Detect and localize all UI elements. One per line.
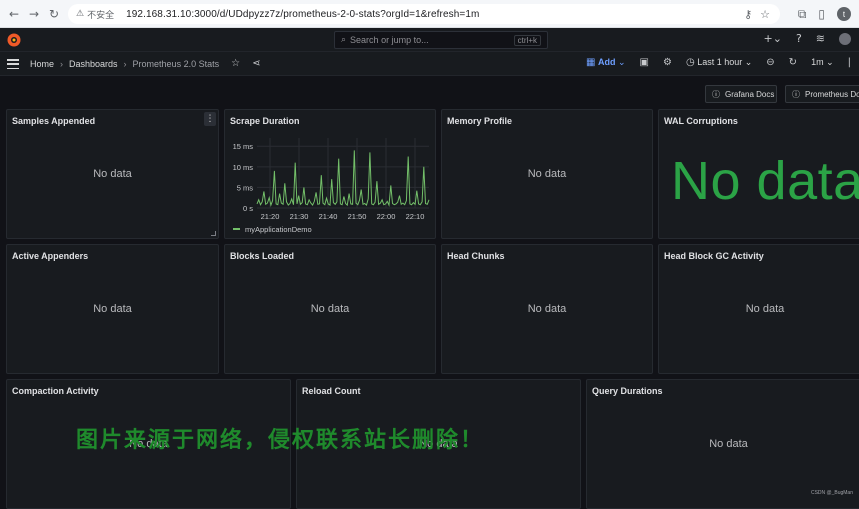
breadcrumb-dashboards[interactable]: Dashboards [69, 59, 118, 69]
url-text[interactable]: 192.168.31.10:3000/d/UDdpyzz7z/prometheu… [126, 9, 479, 20]
series-line [257, 150, 429, 205]
legend-label: myApplicationDemo [245, 225, 312, 234]
search-placeholder: Search or jump to... [350, 35, 429, 45]
bookmark-star-icon[interactable]: ☆ [760, 8, 770, 21]
grafana-docs-label: Grafana Docs [725, 90, 774, 99]
search-shortcut: ctrl+k [514, 35, 541, 46]
chevron-right-icon: › [60, 59, 63, 69]
watermark-text: 图片来源于网络，侵权联系站长删除！ [76, 422, 484, 454]
credit-text: CSDN @_BugMan [811, 490, 853, 496]
stat-no-data-text: No data [671, 150, 859, 212]
panel-wal-corruptions[interactable]: WAL Corruptions No data [658, 109, 859, 239]
x-tick-label: 21:40 [319, 212, 338, 221]
y-tick-label: 0 s [243, 204, 253, 213]
no-data-text: No data [659, 303, 859, 315]
panel-scrape-duration[interactable]: Scrape Duration 0 s5 ms10 ms15 ms21:2021… [224, 109, 436, 239]
panel-blocks-loaded[interactable]: Blocks Loaded No data [224, 244, 436, 374]
new-plus-icon[interactable]: +⌄ [764, 32, 782, 45]
prometheus-docs-label: Prometheus Docs [805, 90, 859, 99]
x-tick-label: 21:30 [290, 212, 309, 221]
x-tick-label: 22:00 [377, 212, 396, 221]
grafana-topbar: ⌕ Search or jump to... ctrl+k +⌄ ? ≋ [0, 28, 859, 52]
panel-active-appenders[interactable]: Active Appenders No data [6, 244, 219, 374]
no-data-text: No data [442, 168, 652, 180]
help-icon[interactable]: ? [796, 32, 802, 45]
add-button[interactable]: ▦ Add ⌄ [586, 57, 626, 68]
panel-title: Blocks Loaded [230, 251, 294, 261]
panel-title: Active Appenders [12, 251, 88, 261]
chevron-right-icon: › [124, 59, 127, 69]
panel-title: WAL Corruptions [664, 116, 738, 126]
profile-avatar[interactable]: t [837, 7, 851, 21]
panel-head-chunks[interactable]: Head Chunks No data [441, 244, 653, 374]
share-icon[interactable]: ⋖ [252, 58, 260, 69]
breadcrumb: Home › Dashboards › Prometheus 2.0 Stats… [30, 58, 260, 69]
x-tick-label: 21:50 [348, 212, 367, 221]
search-icon: ⌕ [341, 35, 346, 45]
refresh-icon[interactable]: ↻ [789, 57, 797, 68]
no-data-text: No data [7, 303, 218, 315]
y-tick-label: 10 ms [233, 163, 254, 172]
sidebar-icon[interactable]: ▯ [818, 7, 825, 21]
menu-icon[interactable] [7, 59, 19, 69]
panel-title: Compaction Activity [12, 386, 99, 396]
star-icon[interactable]: ☆ [231, 58, 240, 69]
prometheus-docs-link[interactable]: ⓘ Prometheus Docs [785, 85, 859, 103]
address-bar[interactable]: ⚠ 不安全 192.168.31.10:3000/d/UDdpyzz7z/pro… [68, 4, 780, 24]
no-data-text: No data [225, 303, 435, 315]
resize-handle[interactable] [211, 231, 216, 236]
info-icon: ⓘ [712, 89, 720, 100]
time-range-label: Last 1 hour [697, 57, 742, 67]
time-picker[interactable]: ◷ Last 1 hour ⌄ [686, 57, 752, 68]
zoom-out-icon[interactable]: ⊖ [766, 57, 774, 68]
add-label: Add [598, 57, 616, 67]
browser-toolbar: ← → ↻ ⚠ 不安全 192.168.31.10:3000/d/UDdpyzz… [0, 0, 859, 28]
scrape-duration-chart[interactable]: 0 s 5 ms 10 ms 15 ms 21:20 21:30 21:40 21:50 22:… [225, 110, 436, 239]
grafana-logo-icon[interactable] [6, 32, 22, 48]
add-panel-icon: ▦ [586, 57, 595, 68]
extensions-icon[interactable]: ⧉ [798, 7, 807, 22]
panel-memory-profile[interactable]: Memory Profile No data [441, 109, 653, 239]
panel-title: Query Durations [592, 386, 663, 396]
security-label: 不安全 [87, 8, 114, 21]
refresh-interval-picker[interactable]: 1m ⌄ [811, 57, 834, 68]
panel-menu-icon[interactable]: ⋮ [204, 112, 216, 126]
panel-title: Head Block GC Activity [664, 251, 764, 261]
panel-title: Head Chunks [447, 251, 505, 261]
info-icon: ⓘ [792, 89, 800, 100]
breadcrumb-home[interactable]: Home [30, 59, 54, 69]
clock-icon: ◷ [686, 57, 695, 68]
panel-samples-appended[interactable]: Samples Appended ⋮ No data [6, 109, 219, 239]
panel-title: Memory Profile [447, 116, 512, 126]
forward-button[interactable]: → [24, 4, 44, 24]
breadcrumb-bar: Home › Dashboards › Prometheus 2.0 Stats… [0, 52, 859, 76]
panel-head-block-gc[interactable]: Head Block GC Activity No data [658, 244, 859, 374]
settings-gear-icon[interactable]: ⚙ [663, 57, 672, 68]
breadcrumb-current: Prometheus 2.0 Stats [133, 59, 220, 69]
no-data-text: No data [7, 168, 218, 180]
kiosk-divider-icon: | [848, 57, 851, 68]
panel-title: Reload Count [302, 386, 361, 396]
refresh-interval-label: 1m [811, 57, 824, 67]
search-input[interactable]: ⌕ Search or jump to... ctrl+k [334, 31, 548, 49]
y-tick-label: 15 ms [233, 142, 254, 151]
user-avatar[interactable] [839, 33, 851, 45]
no-data-text: No data [587, 438, 859, 450]
panel-title: Samples Appended [12, 116, 95, 126]
grafana-docs-link[interactable]: ⓘ Grafana Docs [705, 85, 777, 103]
save-icon[interactable]: ▣ [640, 57, 649, 68]
y-tick-label: 5 ms [237, 183, 254, 192]
reload-button[interactable]: ↻ [44, 4, 64, 24]
back-button[interactable]: ← [4, 4, 24, 24]
no-data-text: No data [442, 303, 652, 315]
news-icon[interactable]: ≋ [816, 32, 825, 45]
x-tick-label: 21:20 [261, 212, 280, 221]
key-icon[interactable]: ⚷ [744, 8, 752, 21]
x-tick-label: 22:10 [406, 212, 425, 221]
warning-icon: ⚠ [76, 9, 84, 19]
